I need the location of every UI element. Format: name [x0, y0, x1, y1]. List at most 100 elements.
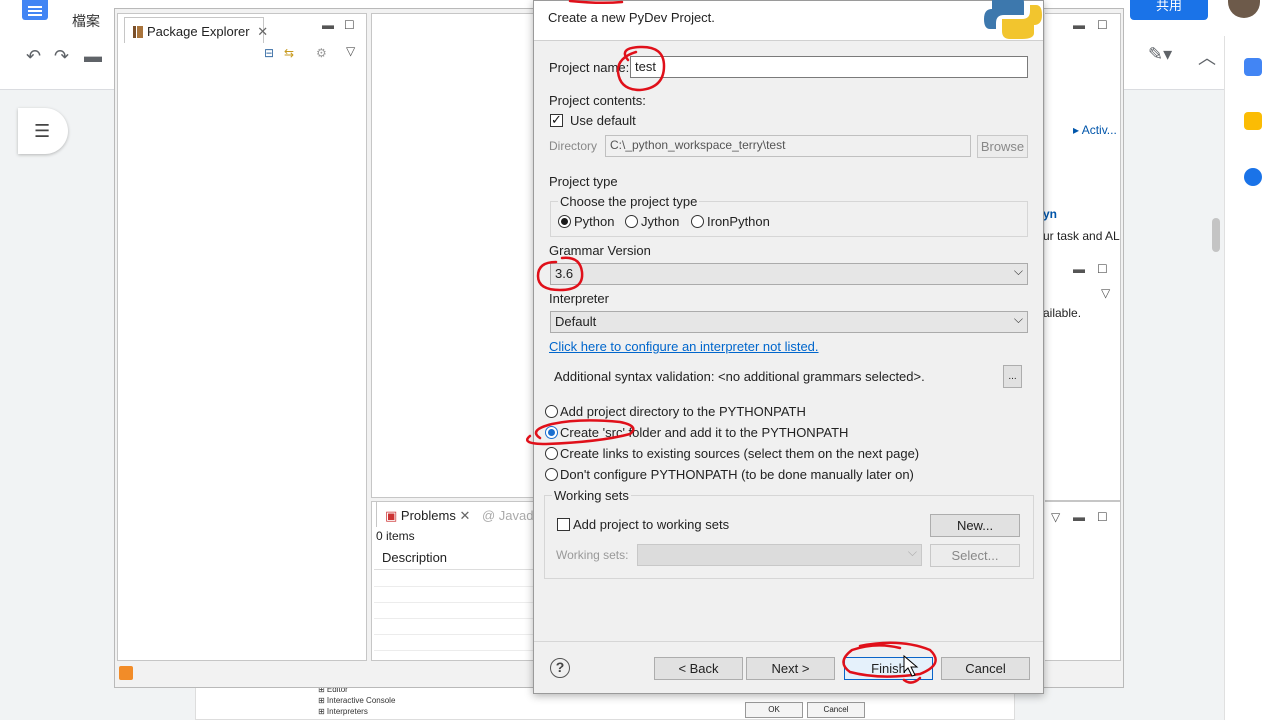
back-button[interactable]: < Back	[654, 657, 743, 680]
radio-create-src-label: Create 'src' folder and add it to the PY…	[560, 425, 849, 440]
footer-divider	[534, 641, 1043, 642]
chevron-down-icon: ⌵	[1013, 312, 1023, 326]
chevron-down-icon: ⌵	[907, 545, 917, 559]
interpreter-select[interactable]: Default ⌵	[550, 311, 1028, 333]
radio-add-project-dir-label: Add project directory to the PYTHONPATH	[560, 404, 806, 419]
interpreter-label: Interpreter	[549, 291, 609, 306]
doc-embedded-buttons: OK Cancel	[745, 700, 869, 718]
side-panel-rail	[1224, 36, 1280, 720]
tasks-icon[interactable]	[1244, 168, 1262, 186]
outline-icon: ☰	[34, 121, 51, 141]
radio-ironpython[interactable]	[691, 215, 704, 228]
minimize-icon[interactable]: ▬	[322, 18, 334, 32]
maximize-icon[interactable]: ☐	[1097, 18, 1108, 32]
tab-package-explorer[interactable]: Package Explorer ✕	[124, 17, 268, 43]
radio-jython[interactable]	[625, 215, 638, 228]
cancel-button[interactable]: Cancel	[941, 657, 1030, 680]
pencil-icon[interactable]: ✎▾	[1148, 44, 1172, 65]
close-icon[interactable]: ✕	[257, 24, 268, 39]
undo-icon[interactable]: ↶	[26, 46, 41, 67]
project-type-label: Project type	[549, 174, 618, 189]
task-link[interactable]: yn	[1043, 207, 1057, 221]
chevron-down-icon: ⌵	[1013, 264, 1023, 278]
additional-syntax-label: Additional syntax validation: <no additi…	[554, 369, 925, 384]
project-contents-label: Project contents:	[549, 93, 646, 108]
use-default-label: Use default	[570, 113, 636, 128]
interpreter-value: Default	[555, 314, 597, 329]
close-icon[interactable]: ✕	[459, 508, 470, 523]
docs-scrollbar[interactable]	[1212, 218, 1220, 252]
radio-dont-configure[interactable]	[545, 468, 558, 481]
share-button[interactable]: 共用	[1130, 0, 1208, 20]
directory-label: Directory	[549, 139, 598, 153]
radio-jython-label: Jython	[641, 214, 680, 229]
radio-dont-configure-label: Don't configure PYTHONPATH (to be done m…	[560, 467, 914, 482]
radio-create-links-label: Create links to existing sources (select…	[560, 446, 920, 461]
tab-label: Package Explorer	[147, 24, 250, 39]
minimize-icon[interactable]: ▬	[1073, 18, 1085, 32]
working-sets-field-label: Working sets:	[556, 548, 629, 562]
column-header-description[interactable]: Description	[374, 546, 534, 570]
view-menu-icon[interactable]: ▽	[1101, 286, 1110, 300]
new-pydev-project-dialog: Create a new PyDev Project. Project name…	[533, 0, 1044, 694]
dialog-subtitle: Create a new PyDev Project.	[548, 10, 715, 25]
activate-link[interactable]: ▸ Activ...	[1073, 123, 1117, 137]
radio-ironpython-label: IronPython	[707, 214, 770, 229]
minimize-icon[interactable]: ▬	[1073, 510, 1085, 524]
working-sets-label: Working sets	[552, 488, 631, 503]
radio-python[interactable]	[558, 215, 571, 228]
dialog-header: Create a new PyDev Project.	[534, 0, 1043, 41]
minimize-icon[interactable]: ▬	[1073, 262, 1085, 276]
avatar[interactable]	[1228, 0, 1260, 18]
help-icon[interactable]: ?	[550, 658, 570, 678]
maximize-icon[interactable]: ☐	[1097, 510, 1108, 524]
tab-label: Problems	[400, 508, 456, 523]
maximize-icon[interactable]: ☐	[1097, 262, 1108, 276]
package-icon	[133, 26, 143, 38]
chevron-up-icon[interactable]: ︿	[1198, 44, 1216, 70]
redo-icon[interactable]: ↷	[54, 46, 69, 67]
radio-add-project-dir[interactable]	[545, 405, 558, 418]
problems-icon: ▣	[385, 508, 398, 523]
configure-interpreter-link[interactable]: Click here to configure an interpreter n…	[549, 339, 819, 354]
view-menu-icon[interactable]: ▽	[1051, 510, 1060, 524]
radio-create-src[interactable]	[545, 426, 558, 439]
package-explorer-view: Package Explorer ✕ ▬ ☐ ⊟ ⇆ ⚙ ▽	[117, 13, 367, 661]
new-working-set-button[interactable]: New...	[930, 514, 1020, 537]
docs-logo-icon[interactable]	[22, 0, 48, 20]
tab-javadoc[interactable]: @ Javado	[482, 508, 541, 523]
grammar-version-value: 3.6	[555, 266, 574, 281]
outline-text: ailable.	[1043, 306, 1082, 320]
link-editor-icon[interactable]: ⇆	[284, 46, 294, 60]
calendar-icon[interactable]	[1244, 58, 1262, 76]
maximize-icon[interactable]: ☐	[344, 18, 355, 32]
collapse-all-icon[interactable]: ⊟	[264, 46, 274, 60]
use-default-checkbox[interactable]	[550, 112, 563, 128]
add-to-working-sets-checkbox[interactable]	[557, 518, 570, 531]
problems-count: 0 items	[376, 529, 415, 543]
add-to-working-sets-label: Add project to working sets	[573, 517, 730, 532]
working-sets-select[interactable]: ⌵	[637, 544, 922, 566]
editor-area	[371, 13, 535, 498]
next-button[interactable]: Next >	[746, 657, 835, 680]
task-list-view: ▬ ☐ ▬ ☐ ▽	[1045, 13, 1121, 501]
menu-file[interactable]: 檔案	[72, 11, 100, 31]
directory-input[interactable]: C:\_python_workspace_terry\test	[605, 135, 971, 157]
project-name-input[interactable]: test	[630, 56, 1028, 78]
filter-icon[interactable]: ⚙	[316, 46, 327, 60]
view-menu-icon[interactable]: ▽	[346, 44, 355, 58]
outline-button[interactable]: ☰	[18, 108, 68, 154]
rss-icon[interactable]	[119, 666, 133, 680]
tab-problems[interactable]: ▣ Problems ✕ @ Javado	[376, 501, 550, 527]
browse-button[interactable]: Browse	[977, 135, 1028, 158]
select-working-sets-button[interactable]: Select...	[930, 544, 1020, 567]
task-text: ur task and AL	[1043, 229, 1120, 243]
finish-button[interactable]: Finish	[844, 657, 933, 680]
keep-icon[interactable]	[1244, 112, 1262, 130]
print-icon[interactable]: ▬	[84, 46, 102, 67]
python-logo-icon	[984, 0, 1042, 39]
grammar-version-select[interactable]: 3.6 ⌵	[550, 263, 1028, 285]
additional-syntax-button[interactable]: ...	[1003, 365, 1022, 388]
radio-create-links[interactable]	[545, 447, 558, 460]
project-name-label: Project name:	[549, 60, 630, 75]
